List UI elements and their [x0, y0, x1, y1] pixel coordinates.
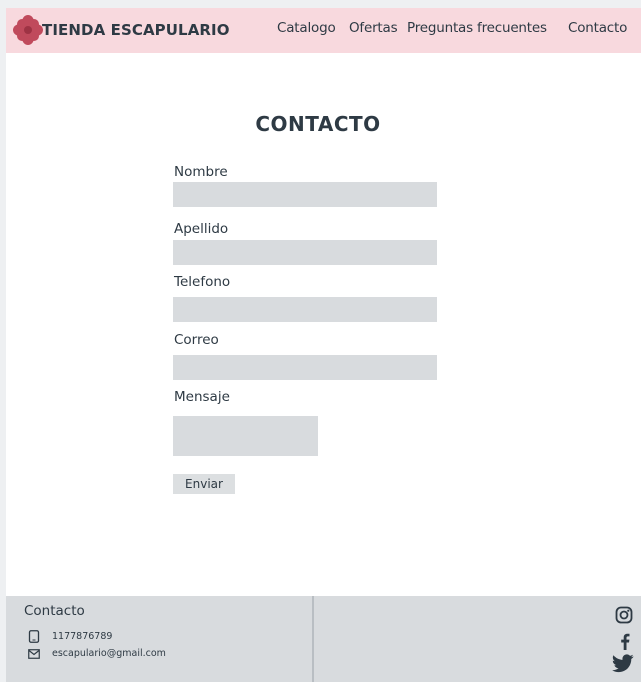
apellido-input[interactable]: [173, 240, 437, 265]
navbar: TIENDA ESCAPULARIO Catalogo Ofertas Preg…: [6, 8, 641, 53]
footer-email-address: escapulario@gmail.com: [52, 648, 166, 659]
nav-link-catalogo[interactable]: Catalogo: [277, 20, 336, 36]
enviar-button[interactable]: Enviar: [173, 474, 235, 494]
facebook-icon[interactable]: [620, 633, 630, 650]
footer: Contacto 1177876789 escapulario@gmail.co…: [6, 596, 641, 682]
mensaje-label: Mensaje: [174, 389, 230, 405]
brand-name: TIENDA ESCAPULARIO: [42, 21, 230, 39]
footer-phone: 1177876789: [28, 630, 112, 643]
phone-icon: [28, 630, 40, 643]
nombre-input[interactable]: [173, 182, 437, 207]
mensaje-textarea[interactable]: [173, 416, 318, 456]
flower-icon: [13, 15, 43, 45]
footer-email: escapulario@gmail.com: [28, 648, 166, 659]
page: TIENDA ESCAPULARIO Catalogo Ofertas Preg…: [6, 8, 641, 682]
page-title: CONTACTO: [255, 112, 381, 136]
footer-phone-number: 1177876789: [52, 631, 113, 642]
instagram-icon[interactable]: [615, 606, 633, 624]
telefono-label: Telefono: [174, 274, 231, 290]
nav-link-contacto[interactable]: Contacto: [568, 20, 627, 36]
twitter-icon[interactable]: [612, 654, 634, 673]
correo-input[interactable]: [173, 355, 437, 380]
nombre-label: Nombre: [174, 164, 228, 180]
footer-title: Contacto: [24, 603, 85, 619]
correo-label: Correo: [174, 332, 219, 348]
mail-icon: [28, 648, 40, 659]
footer-divider: [312, 596, 314, 682]
nav-link-ofertas[interactable]: Ofertas: [349, 20, 398, 36]
telefono-input[interactable]: [173, 297, 437, 322]
nav-link-preguntas-frecuentes[interactable]: Preguntas frecuentes: [407, 20, 547, 36]
apellido-label: Apellido: [174, 221, 229, 237]
brand[interactable]: TIENDA ESCAPULARIO: [12, 14, 230, 46]
